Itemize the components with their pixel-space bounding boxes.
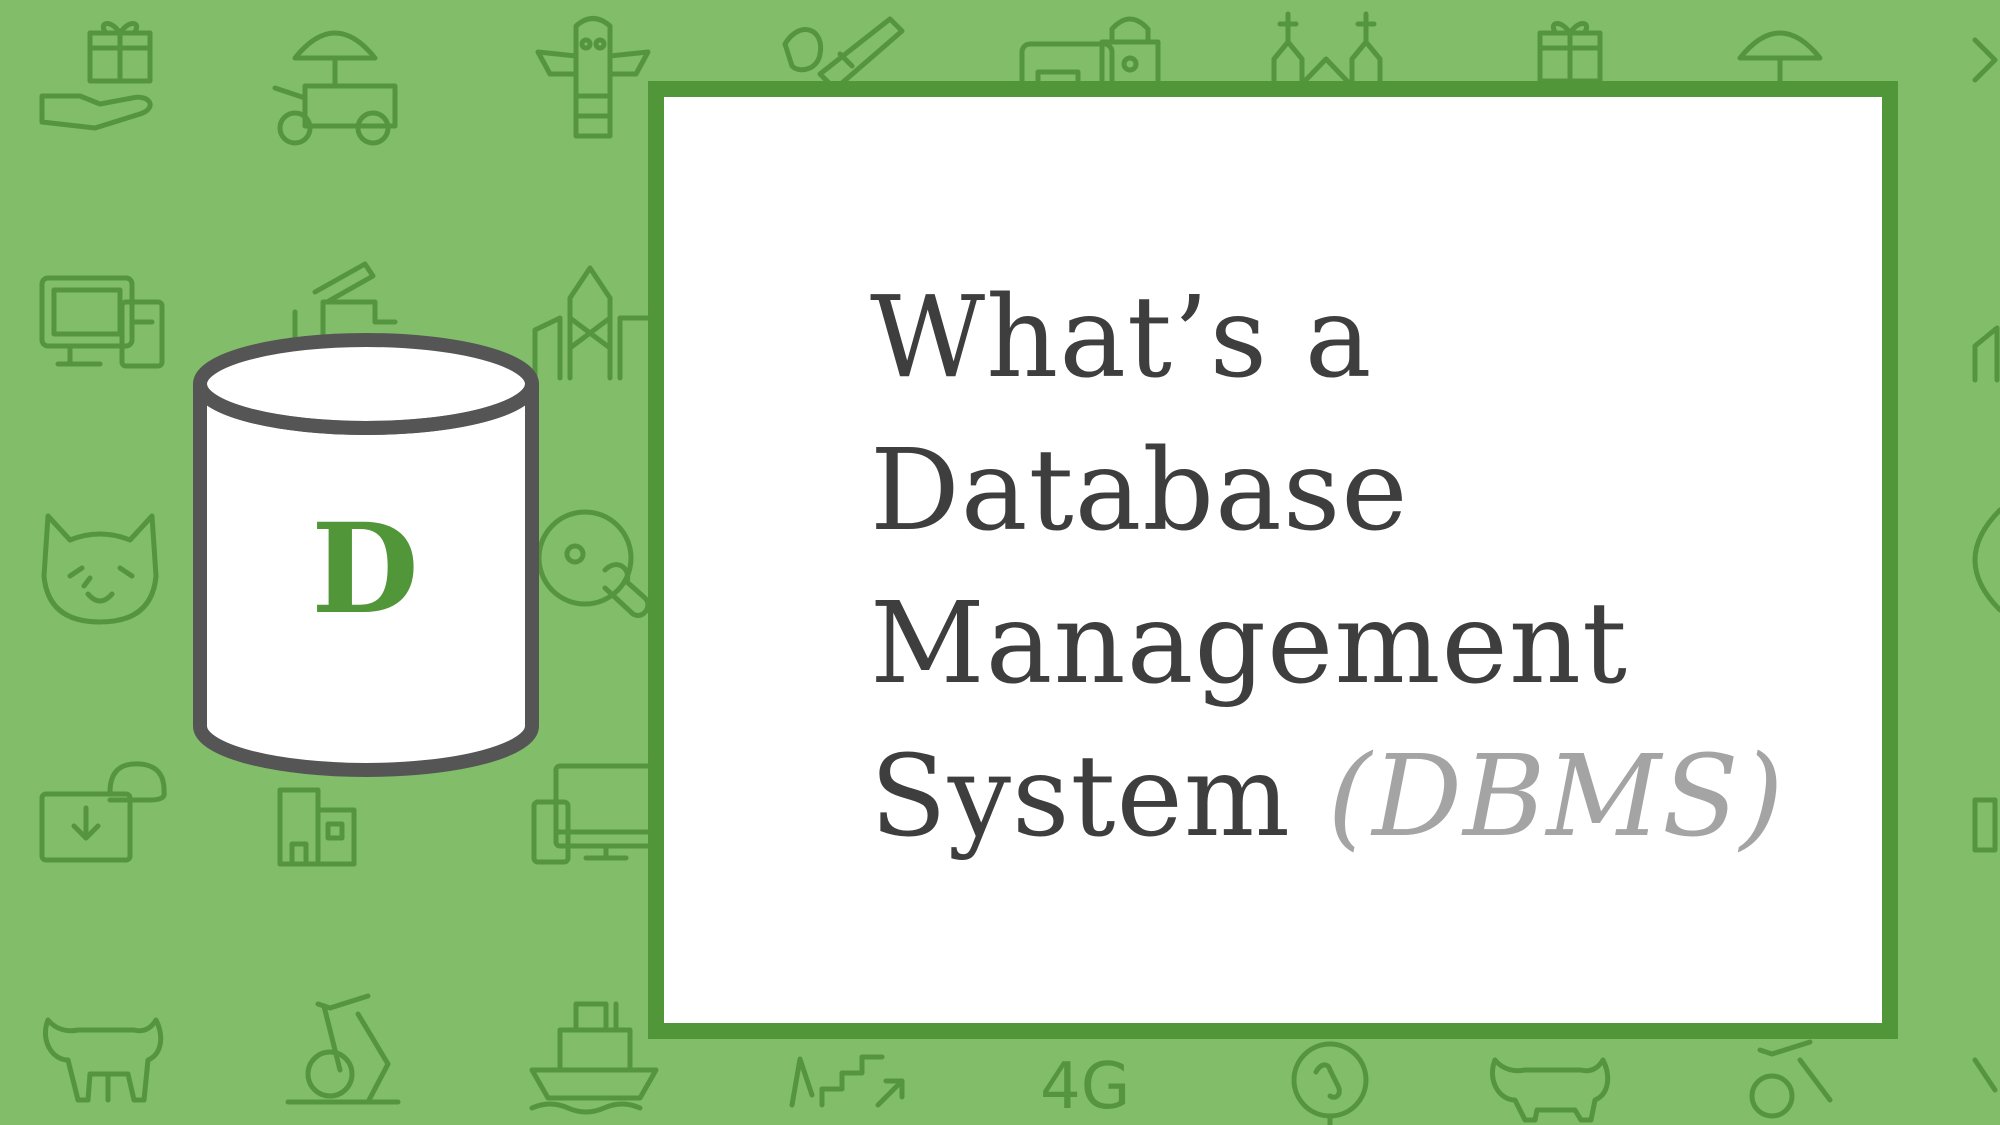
computer-devices-icon <box>39 275 165 369</box>
devices-icon <box>1972 797 1998 853</box>
cat-face-icon <box>41 513 159 625</box>
exercise-bike-icon <box>1749 1039 1833 1119</box>
city-buildings-icon <box>532 265 653 381</box>
bull-icon <box>1490 1057 1611 1123</box>
food-cart-icon <box>272 30 398 146</box>
database-letter: D <box>311 497 419 642</box>
globe-phone-icon <box>1291 1041 1369 1125</box>
totem-icon <box>535 16 651 139</box>
title-line-4: System (DBMS) <box>870 721 1784 874</box>
city-buildings-icon <box>1972 325 2000 383</box>
art-tools-icon <box>782 16 905 92</box>
exercise-bike-icon <box>1972 1057 1998 1093</box>
page-title: What’s a Database Management System (DBM… <box>870 262 1784 874</box>
stairs-growth-icon <box>789 1054 905 1108</box>
cloud-download-icon <box>39 761 167 863</box>
gift-hand-icon <box>39 21 153 131</box>
network-4g-icon: 4G <box>1040 1050 1130 1124</box>
building-icon <box>277 787 357 867</box>
title-line-3: Management <box>870 579 1628 709</box>
title-line-1: What’s a <box>870 273 1373 403</box>
gift-hand-icon <box>1537 21 1603 84</box>
bull-icon <box>43 1017 164 1103</box>
title-abbreviation: (DBMS) <box>1327 732 1785 862</box>
title-word-system: System <box>870 732 1291 862</box>
chevron-icon <box>1972 37 1998 83</box>
title-line-2: Database <box>870 426 1409 556</box>
ship-icon <box>529 1001 659 1115</box>
music-disc-icon <box>536 509 651 618</box>
music-disc-icon <box>1972 507 2000 613</box>
exercise-bike-icon <box>285 993 401 1105</box>
